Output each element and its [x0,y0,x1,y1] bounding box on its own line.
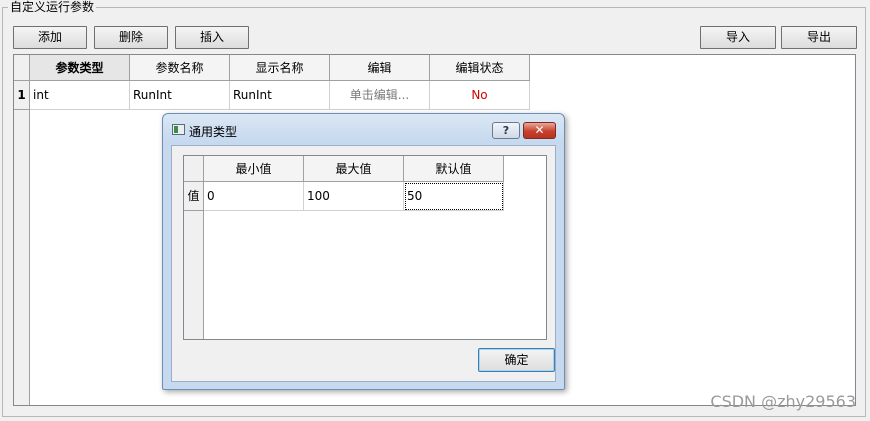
value-row-header-area [184,211,204,339]
close-icon[interactable]: ✕ [523,122,556,139]
header-default-value[interactable]: 默认值 [404,156,504,182]
value-row-header[interactable]: 值 [184,182,204,211]
header-edit[interactable]: 编辑 [330,55,430,81]
cell-display-name[interactable]: RunInt [230,81,330,110]
dialog-client-area: 最小值 最大值 默认值 值 0 100 50 确定 [171,145,556,382]
group-title: 自定义运行参数 [8,0,97,14]
row-header-area [14,110,30,405]
header-param-name[interactable]: 参数名称 [130,55,230,81]
help-icon[interactable]: ? [492,122,520,139]
max-value-cell[interactable]: 100 [304,182,404,211]
window-icon [172,124,185,135]
value-table[interactable]: 最小值 最大值 默认值 值 0 100 50 [183,155,547,340]
add-button[interactable]: 添加 [13,26,87,49]
table-corner[interactable] [14,55,30,81]
default-value-cell[interactable]: 50 [404,182,504,211]
dialog-title: 通用类型 [189,125,238,139]
header-min-value[interactable]: 最小值 [204,156,304,182]
cell-param-name[interactable]: RunInt [130,81,230,110]
export-button[interactable]: 导出 [781,26,857,49]
cell-param-type[interactable]: int [30,81,130,110]
row-header-1[interactable]: 1 [14,81,30,110]
value-table-corner[interactable] [184,156,204,182]
watermark: CSDN @zhy29563 [710,392,856,411]
import-button[interactable]: 导入 [700,26,776,49]
cell-edit-status[interactable]: No [430,81,530,110]
header-edit-status[interactable]: 编辑状态 [430,55,530,81]
header-display-name[interactable]: 显示名称 [230,55,330,81]
header-max-value[interactable]: 最大值 [304,156,404,182]
delete-button[interactable]: 删除 [94,26,168,49]
min-value-cell[interactable]: 0 [204,182,304,211]
header-param-type[interactable]: 参数类型 [30,55,130,81]
insert-button[interactable]: 插入 [175,26,249,49]
cell-edit-link[interactable]: 单击编辑... [330,81,430,110]
ok-button[interactable]: 确定 [478,348,555,372]
generic-type-dialog: 通用类型 ? ✕ 最小值 最大值 默认值 值 0 100 50 确定 [162,113,565,390]
